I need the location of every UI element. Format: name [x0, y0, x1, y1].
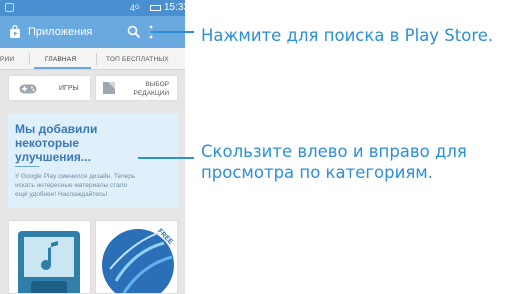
editors-choice-label: ВЫБОР РЕДАКЦИИ — [133, 81, 169, 97]
tab-categories[interactable]: РИИ — [0, 56, 14, 64]
games-label: ИГРЫ — [59, 85, 79, 92]
editors-choice-button[interactable]: ВЫБОР РЕДАКЦИИ — [95, 75, 178, 101]
search-icon[interactable] — [127, 25, 141, 39]
phone-screen: 4ᴳ 15:33 Приложения РИИ ГЛАВНАЯ ТОП БЕСП… — [0, 0, 185, 294]
editors-choice-icon — [103, 82, 115, 94]
music-tile[interactable] — [8, 220, 91, 294]
search-callout-text: Нажмите для поиска в Play Store. — [201, 26, 494, 45]
tab-divider — [96, 53, 97, 65]
tab-divider — [29, 53, 30, 65]
notification-icon — [5, 3, 14, 12]
tab-home[interactable]: ГЛАВНАЯ — [45, 56, 76, 64]
games-button[interactable]: ИГРЫ — [8, 75, 91, 101]
quick-links: ИГРЫ ВЫБОР РЕДАКЦИИ — [0, 75, 185, 103]
free-app-image: FREE — [96, 221, 177, 293]
signal-icon: 4ᴳ — [130, 3, 140, 13]
promo-card[interactable]: Мы добавили некоторые улучшения... У Goo… — [8, 113, 178, 208]
play-store-icon — [10, 25, 20, 38]
tab-top-free[interactable]: ТОП БЕСПЛАТНЫХ — [106, 56, 169, 64]
search-callout-line — [150, 31, 194, 33]
swipe-callout-text: Скользите влево и вправо для просмотра п… — [201, 142, 467, 182]
status-bar: 4ᴳ 15:33 — [0, 0, 185, 16]
free-app-tile[interactable]: FREE — [95, 220, 178, 294]
promo-divider — [15, 166, 39, 167]
swipe-callout-line — [138, 157, 194, 159]
battery-icon — [150, 5, 161, 11]
music-player-image — [9, 221, 90, 293]
status-time: 15:33 — [164, 2, 185, 13]
app-bar-title: Приложения — [28, 26, 93, 38]
promo-body: У Google Play сменился дизайн. Теперь ис… — [15, 173, 136, 198]
gamepad-icon — [19, 84, 37, 94]
category-tabs: РИИ ГЛАВНАЯ ТОП БЕСПЛАТНЫХ — [0, 48, 185, 70]
tab-selected-indicator — [34, 67, 91, 69]
